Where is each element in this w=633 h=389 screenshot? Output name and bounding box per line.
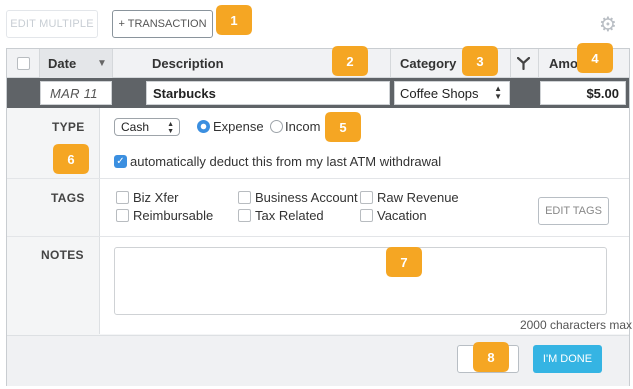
- expense-label: Expense: [213, 119, 264, 134]
- amount-header-label: Amo: [549, 56, 578, 71]
- gear-icon[interactable]: ⚙: [598, 14, 618, 34]
- income-label: Incom: [285, 119, 321, 134]
- tag-label: Vacation: [377, 208, 427, 223]
- column-divider: [39, 49, 40, 78]
- amount-input[interactable]: $5.00: [540, 81, 626, 105]
- description-header-label: Description: [152, 56, 224, 71]
- callout-marker: 6: [53, 144, 99, 174]
- tag-checkbox[interactable]: [116, 191, 129, 204]
- auto-deduct-checkbox[interactable]: ✓: [114, 155, 127, 168]
- tag-label: Reimbursable: [133, 208, 214, 223]
- callout-number: 3: [476, 53, 484, 69]
- select-all-cell[interactable]: [17, 49, 30, 78]
- notes-label: NOTES: [41, 248, 84, 262]
- column-divider: [390, 49, 391, 78]
- notes-textarea[interactable]: [114, 247, 607, 315]
- callout-marker: 3: [462, 46, 508, 76]
- type-label: TYPE: [52, 120, 85, 134]
- expense-radio[interactable]: [197, 120, 210, 133]
- callout-number: 4: [591, 50, 599, 66]
- income-radio[interactable]: [270, 120, 283, 133]
- callout-marker: 4: [577, 43, 623, 73]
- tag-label: Business Account: [255, 190, 358, 205]
- select-arrows-icon: ▲ ▼: [494, 84, 502, 101]
- done-button[interactable]: I'M DONE: [533, 345, 602, 373]
- payment-method-value: Cash: [121, 120, 150, 134]
- sort-down-icon[interactable]: ▼: [97, 49, 107, 78]
- tag-label: Raw Revenue: [377, 190, 459, 205]
- edit-multiple-button[interactable]: EDIT MULTIPLE: [6, 10, 98, 38]
- tag-checkbox[interactable]: [360, 191, 373, 204]
- edit-tags-button[interactable]: EDIT TAGS: [538, 197, 609, 225]
- callout-marker: 5: [325, 112, 371, 142]
- amount-column-header[interactable]: Amo: [549, 49, 578, 78]
- column-divider: [510, 49, 511, 78]
- select-arrows-icon: ▲ ▼: [167, 121, 174, 135]
- callout-number: 5: [339, 119, 347, 135]
- divider: [7, 236, 629, 237]
- add-transaction-button[interactable]: + TRANSACTION: [112, 10, 213, 38]
- date-header-label: Date: [48, 56, 77, 71]
- category-select-value: Coffee Shops: [400, 85, 479, 101]
- category-select[interactable]: Coffee Shops ▲ ▼: [394, 81, 510, 105]
- date-column-header[interactable]: Date: [48, 49, 76, 78]
- tag-label: Tax Related: [255, 208, 324, 223]
- callout-number: 2: [346, 53, 354, 69]
- date-input[interactable]: MAR 11: [40, 81, 112, 105]
- tag-label: Biz Xfer: [133, 190, 179, 205]
- callout-marker: 7: [386, 247, 432, 277]
- select-all-checkbox[interactable]: [17, 57, 30, 70]
- callout-marker: 2: [332, 46, 378, 76]
- tag-checkbox[interactable]: [238, 209, 251, 222]
- callout-marker: 1: [216, 5, 262, 35]
- category-column-header[interactable]: Category: [400, 49, 456, 78]
- description-input[interactable]: Starbucks: [146, 81, 390, 105]
- callout-number: 6: [67, 151, 75, 167]
- tag-checkbox[interactable]: [360, 209, 373, 222]
- tag-checkbox[interactable]: [238, 191, 251, 204]
- category-header-label: Category: [400, 56, 457, 71]
- column-divider: [538, 49, 539, 78]
- payment-method-select[interactable]: Cash ▲ ▼: [114, 118, 180, 136]
- auto-deduct-label: automatically deduct this from my last A…: [130, 154, 442, 169]
- callout-number: 8: [487, 349, 495, 365]
- tag-checkbox[interactable]: [116, 209, 129, 222]
- column-divider: [112, 49, 113, 78]
- callout-number: 7: [400, 254, 408, 270]
- callout-marker: 8: [473, 342, 519, 372]
- character-limit: 2000 characters max: [519, 318, 632, 332]
- tags-label: TAGS: [51, 191, 85, 205]
- divider: [7, 178, 629, 179]
- description-column-header[interactable]: Description: [152, 49, 224, 78]
- filter-icon[interactable]: [517, 49, 530, 78]
- callout-number: 1: [230, 12, 238, 28]
